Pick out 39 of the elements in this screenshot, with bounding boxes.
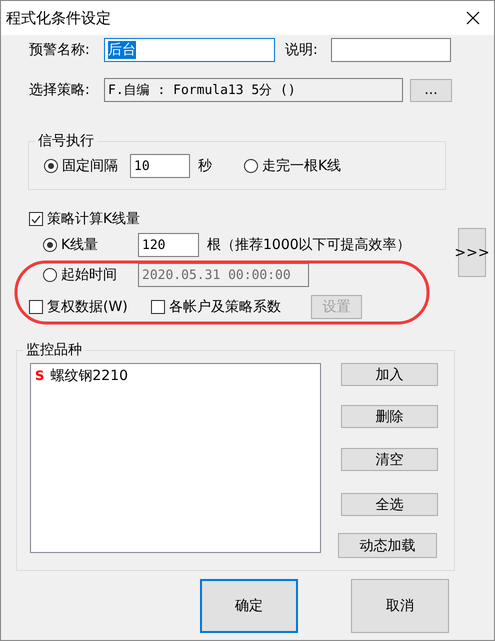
window-title: 程式化条件设定	[6, 8, 111, 28]
list-action-button[interactable]: 删除	[341, 405, 438, 428]
radio-label: 固定间隔	[62, 157, 118, 175]
checkbox-label: 各帐户及策略系数	[169, 298, 281, 316]
radio-button[interactable]	[44, 159, 58, 173]
group-title: 监控品种	[25, 341, 83, 359]
list-item[interactable]: 螺纹钢2210	[50, 367, 128, 385]
radio-button[interactable]	[244, 159, 258, 173]
radio-label: K线量	[61, 236, 98, 254]
unit-label: 秒	[198, 157, 212, 175]
field-label: 预警名称:	[29, 41, 91, 59]
list-action-button[interactable]: 动态加载	[338, 533, 437, 558]
dialog-button[interactable]: 取消	[351, 579, 449, 633]
group-title: 信号执行	[37, 132, 95, 150]
symbol-tag: S	[35, 368, 44, 384]
checkbox-label: 策略计算K线量	[47, 210, 140, 228]
checkbox-label: 复权数据(W)	[47, 298, 128, 316]
radio-label: 起始时间	[61, 266, 117, 284]
description-field[interactable]	[331, 38, 451, 62]
field-label: 说明:	[284, 41, 319, 59]
list-action-button[interactable]: 加入	[341, 363, 438, 386]
checkbox[interactable]	[29, 212, 43, 226]
list-action-button[interactable]: 清空	[341, 448, 438, 471]
symbol-list[interactable]: S 螺纹钢2210	[30, 363, 321, 553]
close-icon[interactable]	[466, 11, 480, 25]
dialog-button[interactable]: 确定	[200, 579, 298, 633]
field-label: 选择策略:	[29, 81, 91, 99]
checkbox[interactable]	[29, 300, 43, 314]
expand-button[interactable]: >>>	[458, 228, 486, 277]
alert-name-field[interactable]: 后台	[104, 38, 275, 62]
list-action-button[interactable]: 全选	[341, 493, 438, 516]
bar-count-field[interactable]: 120	[138, 233, 199, 257]
radio-button[interactable]	[43, 238, 57, 252]
checkbox[interactable]	[151, 300, 165, 314]
interval-field[interactable]: 10	[130, 154, 190, 178]
radio-label: 走完一根K线	[262, 157, 342, 175]
hint-text: 根（推荐1000以下可提高效率）	[207, 236, 411, 254]
browse-button[interactable]: ...	[410, 78, 452, 102]
strategy-field[interactable]: F.自编 : Formula13 5分 ()	[104, 78, 403, 102]
